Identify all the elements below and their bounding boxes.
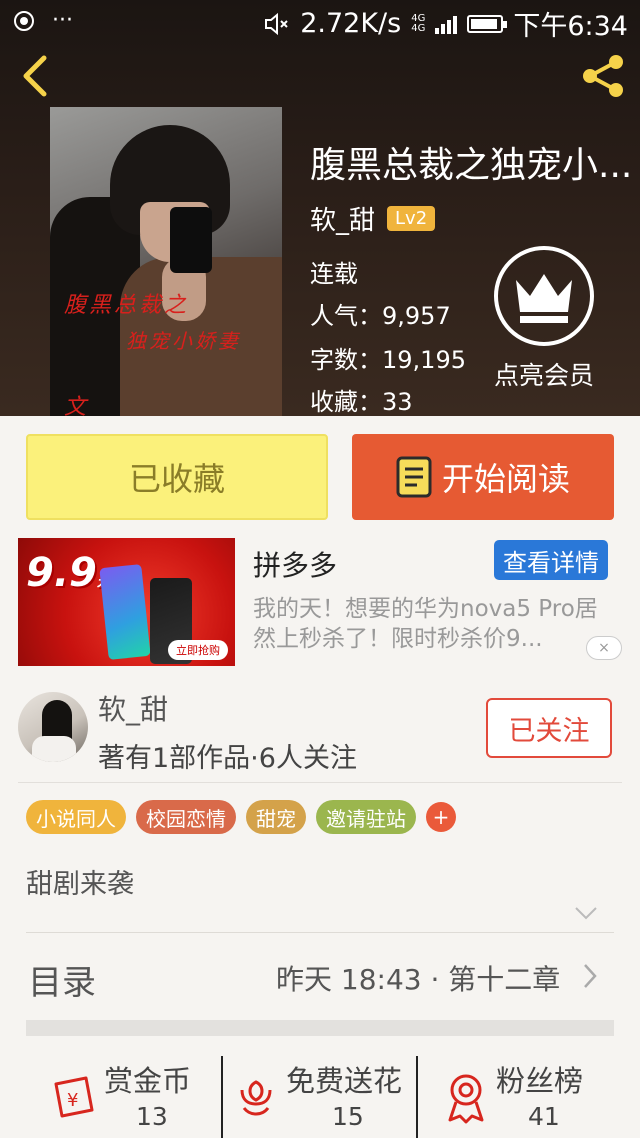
flower-icon (240, 1080, 272, 1116)
tag-item[interactable]: 甜宠 (246, 800, 306, 834)
ad-description[interactable]: 我的天！想要的华为nova5 Pro居然上秒杀了！限时秒杀价9... (253, 594, 615, 654)
tag-item[interactable]: 校园恋情 (136, 800, 236, 834)
view-details-button[interactable]: 查看详情 (494, 540, 608, 580)
reward-coin-button[interactable]: ¥ 赏金币 13 (46, 1056, 216, 1136)
author-name[interactable]: 软_甜 (310, 200, 375, 237)
start-reading-button[interactable]: 开始阅读 (352, 434, 614, 520)
network-type: 4G 4G (411, 12, 426, 34)
book-title: 腹黑总裁之独宠小... (310, 145, 633, 186)
free-flower-button[interactable]: 免费送花 15 (230, 1056, 416, 1136)
tag-item[interactable]: 邀请驻站 (316, 800, 416, 834)
reward-coin-icon: ¥ (54, 1076, 94, 1118)
mute-icon (265, 12, 288, 35)
tag-item[interactable]: 小说同人 (26, 800, 126, 834)
vip-label[interactable]: 点亮会员 (494, 356, 594, 392)
popularity: 人气：9,957 (310, 302, 451, 330)
book-summary: 甜剧来袭 (26, 869, 134, 900)
cover-title-text: 腹黑总裁之 (64, 293, 190, 318)
author-stats: 著有1部作品·6人关注 (98, 743, 357, 774)
tag-list: 小说同人 校园恋情 甜宠 邀请驻站 + (26, 800, 456, 834)
ad-title[interactable]: 拼多多 (253, 544, 337, 584)
svg-text:¥: ¥ (67, 1090, 78, 1111)
toc-label[interactable]: 目录 (28, 955, 96, 1004)
back-arrow-icon[interactable] (16, 54, 56, 98)
section-separator (26, 1020, 614, 1036)
add-tag-button[interactable]: + (426, 802, 456, 832)
book-cover[interactable]: 腹黑总裁之 独宠小娇妻 文 (50, 107, 282, 416)
divider (416, 1056, 418, 1138)
fan-ranking-button[interactable]: 粉丝榜 41 (440, 1056, 620, 1136)
divider (221, 1056, 223, 1138)
crown-icon (516, 274, 572, 323)
medal-icon (448, 1074, 484, 1124)
status-bar: ··· 2.72K/s 4G 4G 下午6:34 (0, 0, 640, 44)
record-icon (14, 10, 34, 31)
vip-crown-button[interactable] (494, 246, 594, 346)
author-name[interactable]: 软_甜 (98, 688, 168, 728)
share-icon[interactable] (578, 52, 628, 100)
word-count: 字数：19,195 (310, 346, 466, 374)
toc-latest-update[interactable]: 昨天 18:43 · 第十二章 (276, 958, 560, 998)
ad-price: 9.9元 (26, 550, 111, 596)
divider (18, 782, 622, 783)
signal-icon (435, 14, 458, 34)
divider (26, 932, 614, 933)
serial-status: 连载 (310, 260, 358, 288)
level-badge: Lv2 (387, 206, 436, 231)
ad-grab-text: 立即抢购 (168, 640, 228, 660)
cover-title-text: 文 (64, 395, 87, 416)
book-icon (396, 456, 432, 498)
cover-title-text: 独宠小娇妻 (126, 329, 241, 353)
followed-button[interactable]: 已关注 (486, 698, 612, 758)
menu-dots: ··· (52, 8, 73, 33)
close-icon[interactable]: × (586, 636, 622, 660)
ad-image[interactable]: 9.9元 立即抢购 (18, 538, 235, 666)
favorited-button[interactable]: 已收藏 (26, 434, 328, 520)
book-header: ··· 2.72K/s 4G 4G 下午6:34 腹黑总裁之 独宠小娇妻 文 腹… (0, 0, 640, 416)
network-speed: 2.72K/s (300, 8, 402, 39)
chevron-right-icon[interactable] (582, 962, 598, 990)
favorite-count: 收藏：33 (310, 388, 413, 416)
avatar[interactable] (18, 692, 88, 762)
battery-icon (467, 14, 508, 33)
clock: 下午6:34 (513, 11, 628, 42)
chevron-down-icon[interactable] (574, 904, 598, 922)
author-line: 软_甜 Lv2 (310, 200, 436, 237)
